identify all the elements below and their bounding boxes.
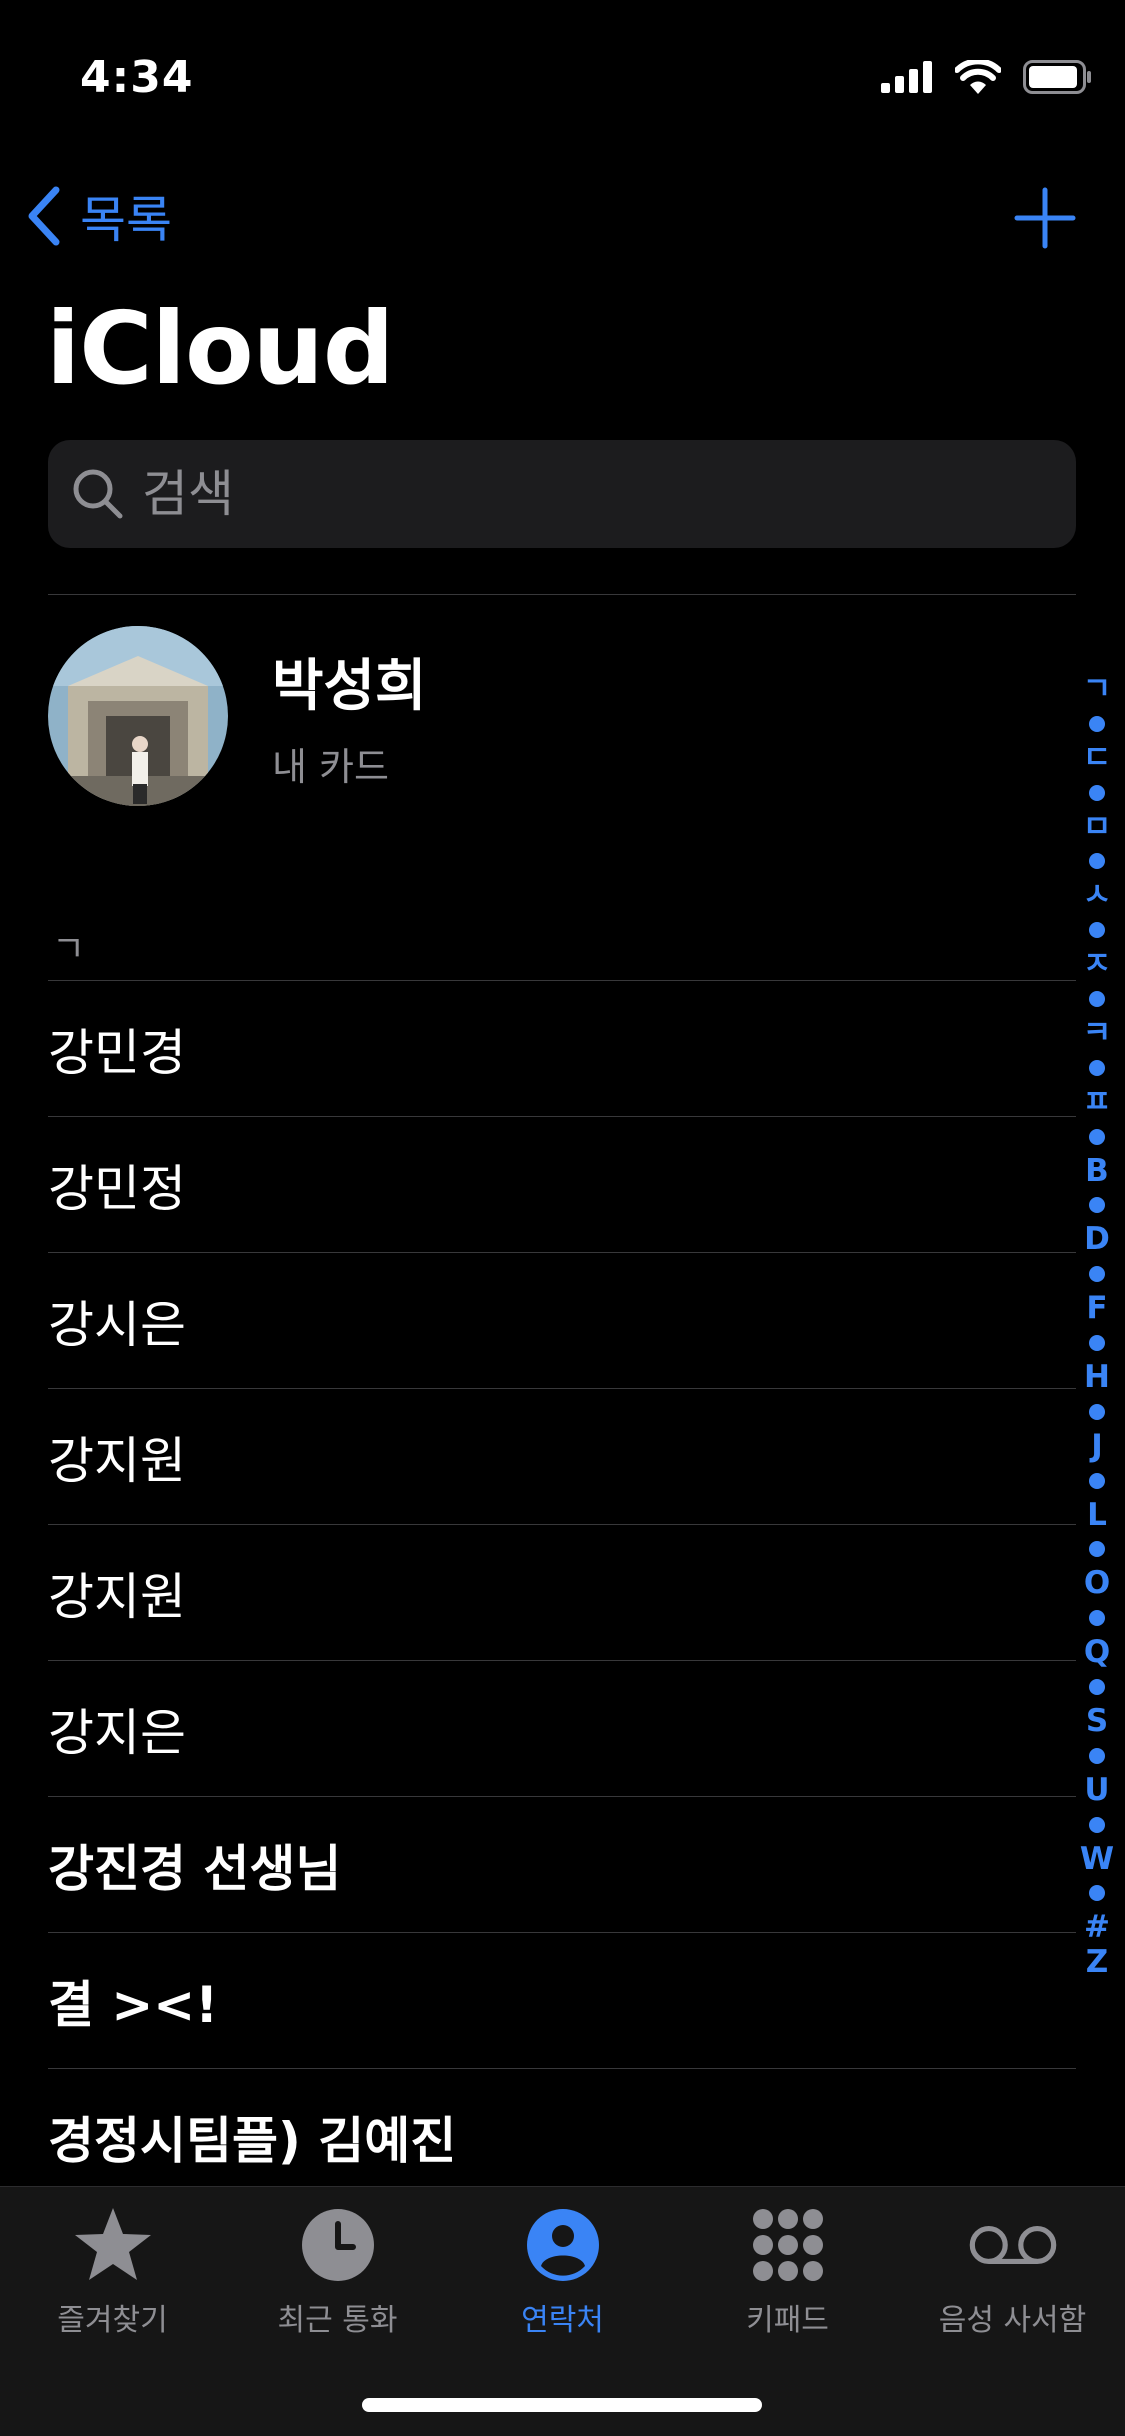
index-letter[interactable]: D [1084,1222,1110,1257]
tab-label: 키패드 [746,2303,829,2338]
star-icon [74,2208,151,2280]
index-letter[interactable]: J [1091,1428,1103,1464]
contact-row[interactable]: 강민경 [48,980,1076,1116]
index-letter[interactable]: ㅋ [1083,1016,1112,1051]
index-letter[interactable]: W [1080,1841,1114,1877]
index-letter[interactable]: ㅁ [1083,809,1112,845]
index-dot[interactable] [1089,1610,1105,1627]
section-index[interactable]: ㄱㄷㅁㅅㅈㅋㅍ B D F H J L O Q S U W # Z [1077,672,1117,1980]
home-indicator[interactable] [362,2398,762,2412]
index-letter[interactable]: U [1084,1772,1109,1808]
tab-voicemail[interactable]: 음성 사서함 [900,2205,1125,2339]
wifi-icon [955,60,1001,94]
tab-favorites[interactable]: 즐겨찾기 [0,2205,225,2339]
contact-row[interactable]: 경정시팀플) 김예진 [48,2068,1076,2204]
tab-label: 연락처 [521,2303,604,2338]
tab-label: 즐겨찾기 [57,2303,168,2338]
tab-keypad[interactable]: 키패드 [675,2205,900,2339]
index-letter[interactable]: O [1084,1566,1110,1601]
index-dot[interactable] [1089,1197,1105,1214]
index-letter[interactable]: ㄱ [1083,672,1112,707]
index-dot[interactable] [1089,1128,1105,1145]
my-card-subtitle: 내 카드 [272,745,389,789]
search-icon [73,469,123,519]
search-input[interactable] [142,465,1042,523]
section-header: ㄱ [52,929,86,970]
avatar [48,626,228,806]
index-dot[interactable] [1089,1472,1105,1489]
back-button-label: 목록 [80,191,172,249]
chevron-left-icon [28,186,60,246]
back-button[interactable]: 목록 [24,180,172,252]
index-dot[interactable] [1089,990,1105,1007]
tab-recents[interactable]: 최근 통화 [225,2205,450,2339]
avatar-photo [48,626,228,806]
divider [48,594,1076,595]
index-dot[interactable] [1089,1747,1105,1764]
index-letter[interactable]: ㄷ [1083,740,1112,776]
cellular-signal-icon [881,61,932,93]
index-letter[interactable]: ㅍ [1083,1084,1112,1120]
tab-contacts[interactable]: 연락처 [450,2205,675,2339]
index-letter[interactable]: L [1087,1497,1107,1533]
index-dot[interactable] [1089,784,1105,801]
voicemail-icon [969,2225,1056,2265]
my-card-name: 박성희 [272,654,427,719]
contact-row[interactable]: 강시은 [48,1252,1076,1388]
battery-icon [1023,60,1091,94]
contact-row[interactable]: 강지원 [48,1524,1076,1660]
index-dot[interactable] [1089,1266,1105,1283]
index-letter[interactable]: # [1084,1910,1110,1945]
status-bar: 4:34 [0,0,1125,150]
index-dot[interactable] [1089,1403,1105,1420]
status-icons [881,60,1093,94]
tab-label: 음성 사서함 [938,2303,1087,2338]
keypad-icon [752,2209,823,2281]
index-dot[interactable] [1089,1816,1105,1833]
index-dot[interactable] [1089,1885,1105,1902]
index-letter[interactable]: ㅈ [1083,947,1112,982]
index-dot[interactable] [1089,1334,1105,1351]
index-dot[interactable] [1089,715,1105,732]
contact-row[interactable]: 강지원 [48,1388,1076,1524]
index-letter[interactable]: H [1084,1360,1110,1395]
clock-icon [301,2209,374,2281]
index-dot[interactable] [1089,1059,1105,1076]
index-dot[interactable] [1089,922,1105,939]
add-contact-button[interactable] [1005,178,1085,258]
contact-row[interactable]: 강민정 [48,1116,1076,1252]
contact-list: 강민경 강민정 강시은 강지원 강지원 강지은 강진경 선생님 결 ><! 경정시팀플) 김예진 [48,980,1076,2204]
index-letter[interactable]: Q [1084,1635,1110,1670]
index-dot[interactable] [1089,1678,1105,1695]
plus-icon [1014,187,1076,249]
page-title: iCloud [46,290,394,407]
index-letter[interactable]: B [1085,1153,1109,1189]
my-card[interactable]: 박성희 내 카드 [48,626,1076,806]
contact-row[interactable]: 강지은 [48,1660,1076,1796]
index-letter[interactable]: F [1086,1291,1107,1326]
index-letter[interactable]: S [1086,1704,1108,1739]
index-dot[interactable] [1089,853,1105,870]
index-letter[interactable]: ㅅ [1083,878,1112,913]
status-time: 4:34 [80,52,194,103]
index-letter[interactable]: Z [1086,1945,1108,1980]
contact-row[interactable]: 강진경 선생님 [48,1796,1076,1932]
contact-row[interactable]: 결 ><! [48,1932,1076,2068]
tab-label: 최근 통화 [277,2303,398,2338]
person-icon [526,2209,599,2281]
index-dot[interactable] [1089,1541,1105,1558]
search-bar[interactable] [48,440,1076,548]
